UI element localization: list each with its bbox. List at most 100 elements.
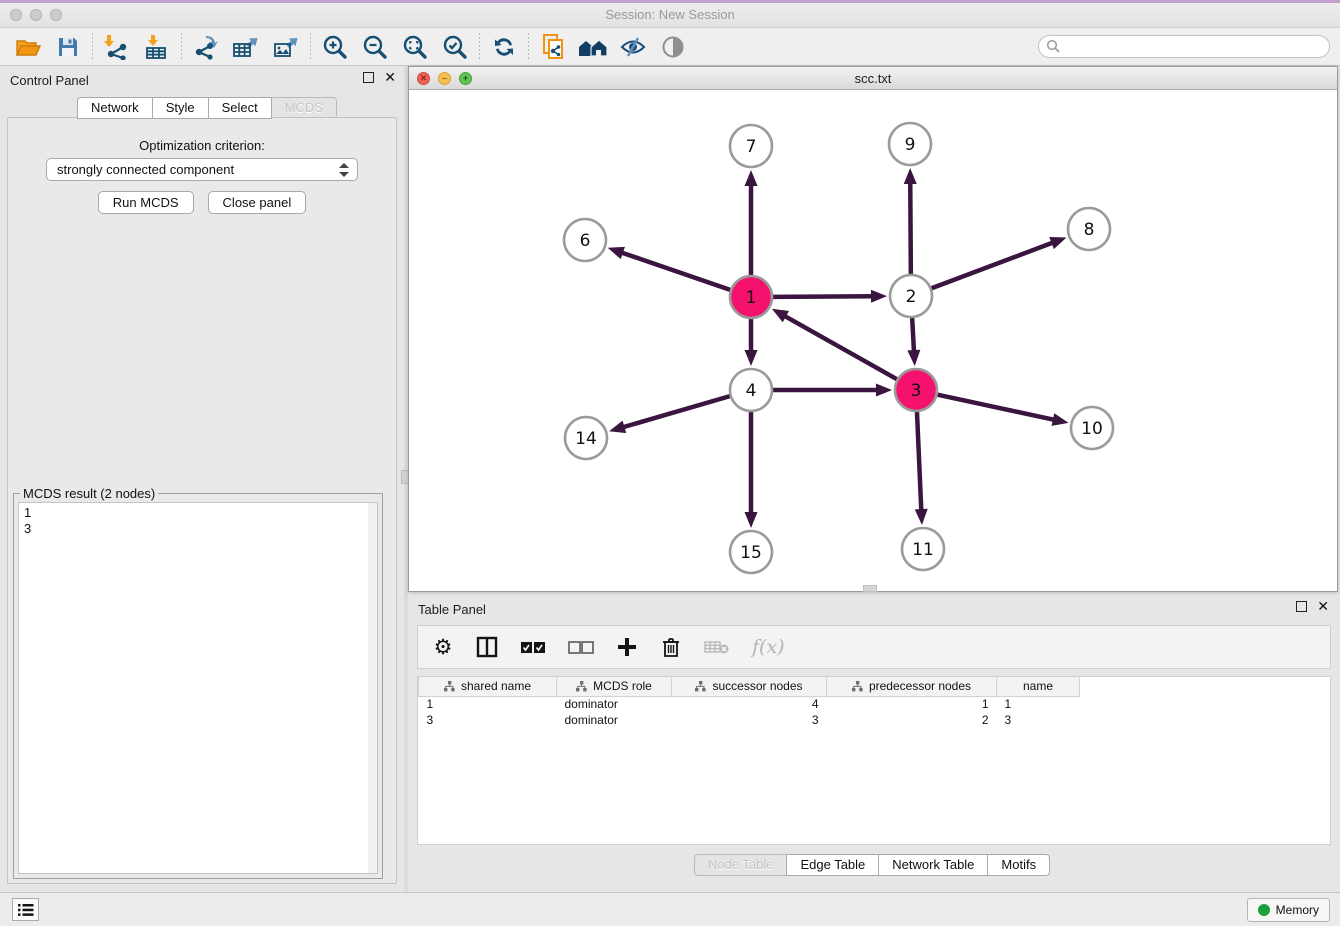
delete-table-button[interactable] (704, 639, 730, 655)
table-panel-header: Table Panel ✕ (408, 595, 1337, 623)
tab-node-table[interactable]: Node Table (694, 854, 788, 876)
criterion-dropdown[interactable]: strongly connected component (46, 158, 358, 181)
criterion-value: strongly connected component (57, 162, 234, 177)
close-table-panel-icon[interactable]: ✕ (1317, 601, 1329, 612)
import-table-button[interactable] (137, 31, 177, 63)
tab-network-table[interactable]: Network Table (878, 854, 988, 876)
shared-column-icon (444, 681, 455, 692)
select-all-button[interactable] (520, 641, 546, 654)
tab-select[interactable]: Select (208, 97, 272, 119)
import-network-button[interactable] (97, 31, 137, 63)
table-row[interactable]: 3dominator323 (419, 712, 1080, 728)
edge-2-3[interactable] (912, 318, 914, 352)
function-builder-button[interactable]: f(x) (752, 636, 785, 658)
table-options-button[interactable]: ⚙ (432, 637, 454, 658)
edge-1-6[interactable] (621, 252, 730, 290)
export-table-button[interactable] (226, 31, 266, 63)
edge-2-8[interactable] (932, 242, 1054, 288)
tab-mcds[interactable]: MCDS (271, 97, 337, 119)
open-session-button[interactable] (8, 31, 48, 63)
edge-3-10[interactable] (938, 395, 1055, 420)
table-panel-title: Table Panel (418, 602, 486, 617)
list-icon (18, 903, 34, 917)
column-selector-button[interactable] (476, 636, 498, 658)
deselect-all-button[interactable] (568, 641, 594, 654)
close-panel-icon[interactable]: ✕ (384, 72, 396, 83)
add-column-button[interactable] (616, 637, 638, 657)
network-window-titlebar[interactable]: ✕ – + scc.txt (409, 67, 1337, 90)
column-header-successor-nodes[interactable]: successor nodes (672, 677, 827, 696)
mcds-result-text[interactable]: 1 3 (18, 502, 378, 874)
mcds-result-title: MCDS result (2 nodes) (20, 486, 158, 501)
close-panel-button[interactable]: Close panel (208, 191, 307, 214)
column-header-MCDS-role[interactable]: MCDS role (557, 677, 672, 696)
status-bar: Memory (0, 892, 1340, 926)
save-icon (56, 35, 80, 59)
shared-column-icon (695, 681, 706, 692)
hide-graphics-button[interactable] (613, 31, 653, 63)
node-label-10: 10 (1081, 419, 1103, 439)
eye-icon (659, 35, 687, 59)
node-label-1: 1 (746, 288, 757, 308)
tab-network[interactable]: Network (77, 97, 153, 119)
column-header-predecessor-nodes[interactable]: predecessor nodes (827, 677, 997, 696)
copy-network-icon (540, 33, 566, 61)
houses-icon (577, 35, 609, 59)
float-panel-icon[interactable] (363, 72, 374, 83)
search-input[interactable] (1061, 38, 1329, 56)
column-header-shared-name[interactable]: shared name (419, 677, 557, 696)
node-label-3: 3 (911, 381, 922, 401)
refresh-button[interactable] (484, 31, 524, 63)
edge-1-2[interactable] (773, 296, 873, 297)
delete-column-button[interactable] (660, 636, 682, 658)
zoom-out-button[interactable] (355, 31, 395, 63)
search-field[interactable] (1038, 35, 1330, 58)
checked-boxes-icon (520, 641, 546, 654)
table-tabs: Node TableEdge TableNetwork TableMotifs (408, 854, 1337, 876)
arrowhead-1-4 (745, 350, 758, 366)
show-all-networks-button[interactable] (573, 31, 613, 63)
copy-network-button[interactable] (533, 31, 573, 63)
import-network-icon (103, 34, 131, 60)
memory-button[interactable]: Memory (1247, 898, 1330, 922)
network-window-title: scc.txt (409, 71, 1337, 86)
edge-3-11[interactable] (917, 412, 921, 511)
columns-icon (476, 636, 498, 658)
node-label-4: 4 (746, 381, 757, 401)
result-scrollbar[interactable] (368, 503, 377, 873)
plus-icon (617, 637, 637, 657)
network-graph[interactable]: 7968124314101511 (409, 90, 1337, 591)
column-header-name[interactable]: name (997, 677, 1080, 696)
export-network-button[interactable] (186, 31, 226, 63)
table-toolbar: ⚙ (417, 625, 1331, 669)
toolbar-separator (479, 33, 480, 61)
tab-edge-table[interactable]: Edge Table (786, 854, 879, 876)
control-panel-title: Control Panel (10, 73, 89, 88)
application-window: Session: New Session (0, 0, 1340, 926)
show-graphics-details-button[interactable] (653, 31, 693, 63)
toolbar-separator (528, 33, 529, 61)
arrowhead-1-2 (871, 290, 887, 303)
task-history-button[interactable] (12, 898, 39, 921)
tab-motifs[interactable]: Motifs (987, 854, 1050, 876)
horizontal-splitter-grip[interactable] (863, 585, 877, 592)
zoom-in-button[interactable] (315, 31, 355, 63)
run-mcds-button[interactable]: Run MCDS (98, 191, 194, 214)
node-label-7: 7 (746, 137, 757, 157)
float-table-panel-icon[interactable] (1296, 601, 1307, 612)
export-image-button[interactable] (266, 31, 306, 63)
unchecked-boxes-icon (568, 641, 594, 654)
zoom-selected-button[interactable] (435, 31, 475, 63)
table-row[interactable]: 1dominator411 (419, 696, 1080, 712)
edge-2-9[interactable] (910, 182, 911, 274)
window-title: Session: New Session (0, 7, 1340, 22)
tab-style[interactable]: Style (152, 97, 209, 119)
arrowhead-4-15 (745, 512, 758, 528)
eye-slash-icon (619, 35, 647, 59)
node-label-2: 2 (906, 287, 917, 307)
edge-3-1[interactable] (784, 316, 897, 380)
edge-4-14[interactable] (622, 396, 729, 427)
zoom-fit-button[interactable] (395, 31, 435, 63)
network-canvas[interactable]: 7968124314101511 (409, 90, 1337, 591)
save-session-button[interactable] (48, 31, 88, 63)
